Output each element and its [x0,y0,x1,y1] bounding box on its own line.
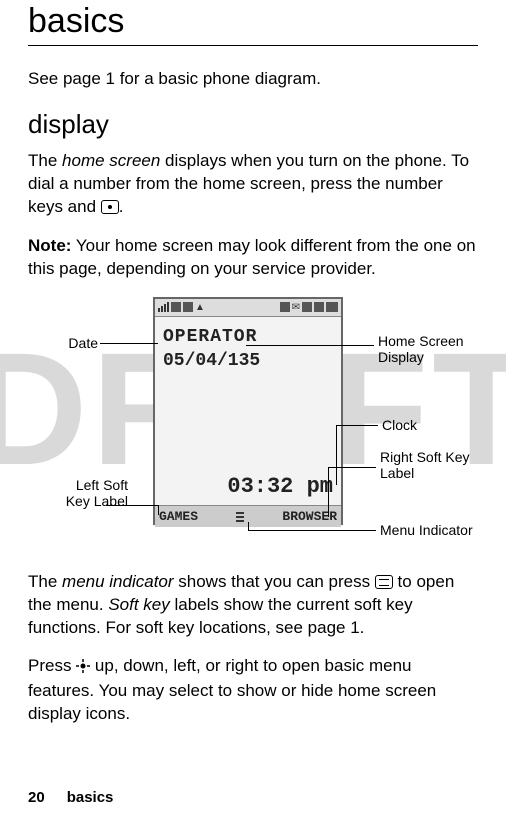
left-softkey: GAMES [159,509,198,524]
leader-line [248,530,376,531]
status-left-group: ▲ [158,302,205,313]
italic-home-screen: home screen [62,151,160,170]
date-value: 05/04/135 [163,351,260,371]
operator-label: OPERATOR [163,327,257,347]
text-fragment: Press [28,656,76,675]
text-fragment: shows that you can press [174,572,375,591]
clock-value: 03:32 pm [227,474,333,499]
status-icon [280,302,290,312]
note-paragraph: Note: Your home screen may look differen… [28,235,478,281]
callout-menu-indicator: Menu Indicator [380,522,490,539]
home-screen-diagram: ▲ ✉ OPERATOR 05/04/135 03:32 pm [28,297,478,557]
text-line: Display [378,349,424,365]
status-triangle-icon: ▲ [195,302,205,313]
leader-line [158,505,159,515]
status-right-group: ✉ [280,302,338,313]
text-line: Left Soft [76,477,128,493]
menu-key-icon [375,575,393,589]
callout-home-screen-display: Home Screen Display [378,333,478,367]
page-title: basics [28,0,478,41]
display-paragraph-3: Press up, down, left, or right to open b… [28,655,478,726]
text-line: Right Soft Key [380,449,470,465]
phone-screen: ▲ ✉ OPERATOR 05/04/135 03:32 pm [153,297,343,525]
title-rule [28,45,478,46]
status-icon [171,302,181,312]
footer-section: basics [67,789,114,806]
note-label: Note: [28,236,71,255]
leader-line [100,343,158,344]
nav-key-icon [76,657,90,680]
callout-clock: Clock [382,417,462,434]
display-paragraph-2: The menu indicator shows that you can pr… [28,571,478,640]
signal-icon [158,302,169,312]
status-bar: ▲ ✉ [155,299,341,317]
send-key-icon [101,200,119,214]
display-paragraph-1: The home screen displays when you turn o… [28,150,478,219]
intro-paragraph: See page 1 for a basic phone diagram. [28,68,478,91]
text-line: Label [380,465,414,481]
text-line: Home Screen [378,333,464,349]
menu-indicator-icon [234,510,246,522]
text-fragment: The [28,572,62,591]
italic-soft-key: Soft key [108,595,169,614]
status-icon [314,302,324,312]
text-fragment: up, down, left, or right to open basic m… [28,656,436,723]
page-number: 20 [28,789,45,806]
leader-line [336,425,378,426]
callout-date: Date [28,335,98,352]
note-text: Your home screen may look different from… [28,236,476,278]
status-icon [183,302,193,312]
leader-line [336,425,337,485]
mail-icon: ✉ [292,302,300,313]
leader-line [328,467,329,515]
leader-line [328,467,376,468]
leader-line [106,505,158,506]
text-line: Key Label [66,493,128,509]
leader-line [246,345,374,346]
battery-icon [326,302,338,312]
leader-line [248,522,249,530]
text-fragment: The [28,151,62,170]
text-fragment: . [119,197,124,216]
section-heading-display: display [28,109,478,140]
status-icon [302,302,312,312]
page-footer: 20 basics [28,789,113,806]
callout-right-softkey: Right Soft Key Label [380,449,480,483]
italic-menu-indicator: menu indicator [62,572,174,591]
